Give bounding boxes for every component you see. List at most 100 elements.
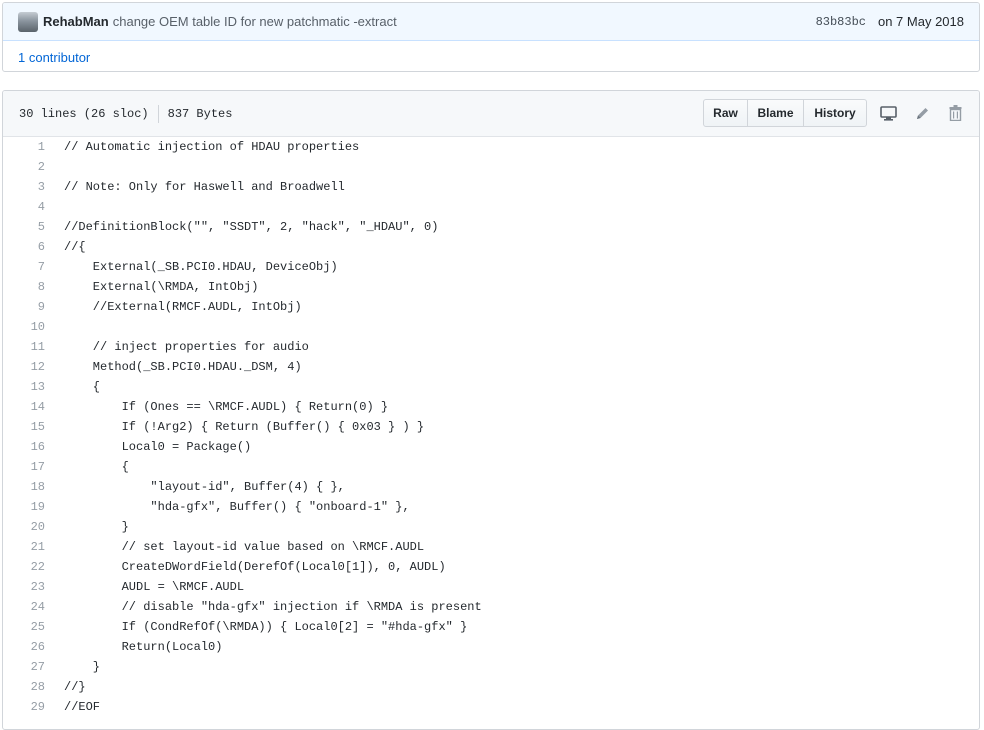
- code-line: 14 If (Ones == \RMCF.AUDL) { Return(0) }: [3, 397, 979, 417]
- line-number[interactable]: 21: [3, 537, 45, 557]
- code-line: 26 Return(Local0): [3, 637, 979, 657]
- line-content: External(_SB.PCI0.HDAU, DeviceObj): [64, 260, 338, 274]
- line-number[interactable]: 20: [3, 517, 45, 537]
- code-line: 7 External(_SB.PCI0.HDAU, DeviceObj): [3, 257, 979, 277]
- line-content: {: [64, 380, 101, 394]
- line-content: //External(RMCF.AUDL, IntObj): [64, 300, 302, 314]
- line-number[interactable]: 7: [3, 257, 45, 277]
- code-line: 29 //EOF: [3, 697, 979, 717]
- code-line: 28 //}: [3, 677, 979, 697]
- line-number[interactable]: 9: [3, 297, 45, 317]
- line-count: 30 lines (26 sloc): [19, 106, 149, 121]
- line-number[interactable]: 13: [3, 377, 45, 397]
- code-line: 15 If (!Arg2) { Return (Buffer() { 0x03 …: [3, 417, 979, 437]
- commit-author-link[interactable]: RehabMan: [43, 14, 109, 29]
- line-number[interactable]: 29: [3, 697, 45, 717]
- line-number[interactable]: 3: [3, 177, 45, 197]
- code-line: 24 // disable "hda-gfx" injection if \RM…: [3, 597, 979, 617]
- line-content: //EOF: [64, 700, 101, 714]
- commit-meta: 83b83bc on 7 May 2018: [816, 3, 964, 40]
- commit-tease: RehabMan change OEM table ID for new pat…: [2, 2, 980, 72]
- code-line: 13 {: [3, 377, 979, 397]
- line-number[interactable]: 23: [3, 577, 45, 597]
- line-content: External(\RMDA, IntObj): [64, 280, 259, 294]
- line-number[interactable]: 6: [3, 237, 45, 257]
- trash-icon[interactable]: [946, 104, 964, 122]
- code-line: 10: [3, 317, 979, 337]
- line-number[interactable]: 5: [3, 217, 45, 237]
- raw-button[interactable]: Raw: [703, 99, 748, 127]
- line-number[interactable]: 11: [3, 337, 45, 357]
- history-button[interactable]: History: [803, 99, 867, 127]
- line-number[interactable]: 14: [3, 397, 45, 417]
- code-line: 22 CreateDWordField(DerefOf(Local0[1]), …: [3, 557, 979, 577]
- code-line: 23 AUDL = \RMCF.AUDL: [3, 577, 979, 597]
- code-line: 19 "hda-gfx", Buffer() { "onboard-1" },: [3, 497, 979, 517]
- code-line: 1 // Automatic injection of HDAU properti…: [3, 137, 979, 157]
- file-actions: Raw Blame History: [703, 99, 867, 127]
- line-content: Local0 = Package(): [64, 440, 252, 454]
- file-viewer: 30 lines (26 sloc) 837 Bytes Raw Blame H…: [2, 90, 980, 730]
- line-number[interactable]: 27: [3, 657, 45, 677]
- line-number[interactable]: 24: [3, 597, 45, 617]
- desktop-icon[interactable]: [879, 104, 897, 122]
- code-line: 8 External(\RMDA, IntObj): [3, 277, 979, 297]
- line-number[interactable]: 4: [3, 197, 45, 217]
- line-number[interactable]: 1: [3, 137, 45, 157]
- author-avatar[interactable]: [18, 11, 38, 32]
- code-line: 18 "layout-id", Buffer(4) { },: [3, 477, 979, 497]
- file-info: 30 lines (26 sloc) 837 Bytes: [19, 104, 232, 123]
- line-number[interactable]: 26: [3, 637, 45, 657]
- code-line: 6 //{: [3, 237, 979, 257]
- line-content: // Note: Only for Haswell and Broadwell: [64, 180, 345, 194]
- code-line: 3 // Note: Only for Haswell and Broadwell: [3, 177, 979, 197]
- line-content: {: [64, 460, 129, 474]
- line-number[interactable]: 18: [3, 477, 45, 497]
- line-number[interactable]: 17: [3, 457, 45, 477]
- code-line: 11 // inject properties for audio: [3, 337, 979, 357]
- info-divider: [157, 104, 159, 123]
- code-line: 16 Local0 = Package(): [3, 437, 979, 457]
- line-content: [45, 157, 64, 177]
- line-number[interactable]: 19: [3, 497, 45, 517]
- line-content: If (!Arg2) { Return (Buffer() { 0x03 } )…: [64, 420, 425, 434]
- line-content: }: [64, 660, 101, 674]
- line-content: "hda-gfx", Buffer() { "onboard-1" },: [64, 500, 410, 514]
- line-number[interactable]: 12: [3, 357, 45, 377]
- commit-message-link[interactable]: change OEM table ID for new patchmatic -…: [113, 14, 397, 29]
- line-number[interactable]: 8: [3, 277, 45, 297]
- code-line: 17 {: [3, 457, 979, 477]
- line-number[interactable]: 15: [3, 417, 45, 437]
- contributors-link[interactable]: 1 contributor: [18, 50, 90, 65]
- line-content: "layout-id", Buffer(4) { },: [64, 480, 345, 494]
- line-content: Method(_SB.PCI0.HDAU._DSM, 4): [64, 360, 302, 374]
- pencil-icon[interactable]: [913, 104, 931, 122]
- code-line: 2: [3, 157, 979, 177]
- line-number[interactable]: 22: [3, 557, 45, 577]
- line-content: //DefinitionBlock("", "SSDT", 2, "hack",…: [64, 220, 439, 234]
- file-header: 30 lines (26 sloc) 837 Bytes Raw Blame H…: [3, 91, 979, 137]
- line-content: [45, 197, 64, 217]
- line-content: //{: [64, 240, 86, 254]
- line-content: [45, 317, 64, 337]
- line-number[interactable]: 16: [3, 437, 45, 457]
- commit-sha-link[interactable]: 83b83bc: [816, 15, 866, 29]
- line-content: AUDL = \RMCF.AUDL: [64, 580, 245, 594]
- latest-commit-bar: RehabMan change OEM table ID for new pat…: [3, 3, 979, 41]
- code-line: 9 //External(RMCF.AUDL, IntObj): [3, 297, 979, 317]
- line-content: //}: [64, 680, 86, 694]
- blame-button[interactable]: Blame: [747, 99, 804, 127]
- line-number[interactable]: 2: [3, 157, 45, 177]
- line-number[interactable]: 10: [3, 317, 45, 337]
- line-content: }: [64, 520, 129, 534]
- code-body: 1 // Automatic injection of HDAU properti…: [3, 137, 979, 717]
- code-line: 27 }: [3, 657, 979, 677]
- code-line: 21 // set layout-id value based on \RMCF…: [3, 537, 979, 557]
- line-content: If (CondRefOf(\RMDA)) { Local0[2] = "#hd…: [64, 620, 468, 634]
- code-line: 4: [3, 197, 979, 217]
- line-number[interactable]: 25: [3, 617, 45, 637]
- line-number[interactable]: 28: [3, 677, 45, 697]
- line-content: // disable "hda-gfx" injection if \RMDA …: [64, 600, 482, 614]
- code-line: 20 }: [3, 517, 979, 537]
- line-content: // set layout-id value based on \RMCF.AU…: [64, 540, 425, 554]
